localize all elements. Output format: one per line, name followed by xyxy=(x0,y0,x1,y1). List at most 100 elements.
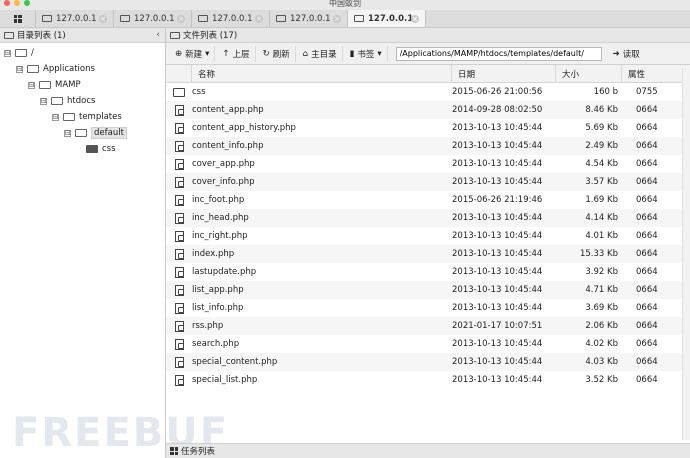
file-date: 2013-10-13 10:45:44 xyxy=(452,159,543,169)
read-button[interactable]: ➜ 读取 xyxy=(608,46,645,62)
directory-panel-title: 目录列表 (1) xyxy=(17,31,66,41)
tab-host-4[interactable]: 127.0.0.1 × xyxy=(270,10,348,27)
home-button[interactable]: ⌂ 主目录 xyxy=(298,45,343,62)
tree-node-mamp[interactable]: ⊟ MAMP xyxy=(28,79,81,91)
file-name[interactable]: content_app.php xyxy=(192,105,452,115)
table-row[interactable]: special_content.php 2013-10-13 10:45:44 4.… xyxy=(166,353,690,371)
file-attr: 0664 xyxy=(636,159,658,169)
file-attr: 0664 xyxy=(636,123,658,133)
tree-toggle-icon[interactable]: ⊟ xyxy=(40,97,47,105)
tab-close-icon[interactable]: × xyxy=(177,14,185,23)
path-input[interactable] xyxy=(395,46,602,61)
file-name[interactable]: rss.php xyxy=(192,321,452,331)
file-name[interactable]: search.php xyxy=(192,339,452,349)
file-name[interactable]: cover_info.php xyxy=(192,177,452,187)
task-panel-title: 任务列表 xyxy=(181,447,216,457)
tab-close-icon[interactable]: × xyxy=(255,14,263,23)
file-attr: 0664 xyxy=(636,141,658,151)
file-name[interactable]: lastupdate.php xyxy=(192,267,452,277)
tab-host-2[interactable]: 127.0.0.1 × xyxy=(114,10,192,27)
column-attr[interactable]: 属性 xyxy=(622,65,682,83)
table-row[interactable]: content_app_history.php 2013-10-13 10:45:… xyxy=(166,119,690,137)
collapse-panel-icon[interactable]: ‹ xyxy=(156,30,160,40)
folder-icon xyxy=(63,113,75,121)
tree-node-applications[interactable]: ⊟ Applications xyxy=(16,63,95,75)
file-code-icon xyxy=(174,176,184,188)
tab-close-icon[interactable]: × xyxy=(411,14,419,23)
tree-node-htdocs[interactable]: ⊟ htdocs xyxy=(40,95,95,107)
table-row[interactable]: inc_right.php 2013-10-13 10:45:44 4.01 Kb 0… xyxy=(166,227,690,245)
table-row[interactable]: special_list.php 2013-10-13 10:45:44 3.52 … xyxy=(166,371,690,389)
file-name[interactable]: inc_right.php xyxy=(192,231,452,241)
table-row[interactable]: cover_app.php 2013-10-13 10:45:44 4.54 Kb 0… xyxy=(166,155,690,173)
tree-toggle-icon[interactable]: ⊟ xyxy=(64,129,71,137)
file-name[interactable]: cover_app.php xyxy=(192,159,452,169)
file-name[interactable]: content_info.php xyxy=(192,141,452,151)
column-date[interactable]: 日期 xyxy=(452,64,556,83)
file-size: 3.92 Kb xyxy=(585,267,618,277)
file-code-icon xyxy=(174,230,184,242)
tree-toggle-icon[interactable]: ⊟ xyxy=(52,113,59,121)
directory-tree: ⊟ / ⊟ Applications ⊟ MAMP ⊟ htdocs ⊟ tem… xyxy=(0,43,227,458)
vertical-scrollbar[interactable] xyxy=(682,68,690,440)
refresh-button[interactable]: ↻ 刷新 xyxy=(258,45,296,62)
arrow-right-icon: ➜ xyxy=(612,48,620,59)
column-name[interactable]: 名称 xyxy=(192,64,452,83)
tab-home[interactable] xyxy=(0,10,36,27)
tree-toggle-icon[interactable]: ⊟ xyxy=(16,65,23,73)
file-type-cell xyxy=(166,266,192,278)
file-name[interactable]: content_app_history.php xyxy=(192,123,452,133)
file-name[interactable]: inc_head.php xyxy=(192,213,452,223)
file-attr: 0664 xyxy=(636,105,658,115)
file-code-icon xyxy=(174,104,184,116)
tab-host-5-active[interactable]: 127.0.0.1 × xyxy=(348,10,426,27)
table-row[interactable]: inc_foot.php 2015-06-26 21:19:46 1.69 Kb 06… xyxy=(166,191,690,209)
table-row[interactable]: cover_info.php 2013-10-13 10:45:44 3.57 Kb… xyxy=(166,173,690,191)
tree-toggle-icon[interactable]: ⊟ xyxy=(4,49,11,57)
file-code-icon xyxy=(174,248,184,260)
file-date: 2015-06-26 21:19:46 xyxy=(452,195,543,205)
tab-bar: 127.0.0.1 × 127.0.0.1 × 127.0.0.1 × 127.… xyxy=(0,10,690,28)
file-name[interactable]: special_content.php xyxy=(192,357,452,367)
table-row[interactable]: list_app.php 2013-10-13 10:45:44 4.71 Kb 06… xyxy=(166,281,690,299)
refresh-label: 刷新 xyxy=(272,49,290,60)
table-row[interactable]: lastupdate.php 2013-10-13 10:45:44 3.92 Kb… xyxy=(166,263,690,281)
file-size: 8.46 Kb xyxy=(585,105,618,115)
tab-close-icon[interactable]: × xyxy=(99,14,107,23)
column-size[interactable]: 大小 xyxy=(556,64,622,83)
file-name[interactable]: inc_foot.php xyxy=(192,195,452,205)
tree-node-root[interactable]: ⊟ / xyxy=(4,47,34,59)
file-date: 2013-10-13 10:45:44 xyxy=(452,267,543,277)
tab-host-1[interactable]: 127.0.0.1 × xyxy=(36,10,114,27)
table-row[interactable]: content_app.php 2014-09-28 08:02:50 8.46 K… xyxy=(166,101,690,119)
file-name[interactable]: list_app.php xyxy=(192,285,452,295)
file-name[interactable]: list_info.php xyxy=(192,303,452,313)
tree-node-templates[interactable]: ⊟ templates xyxy=(52,111,122,123)
file-name[interactable]: special_list.php xyxy=(192,375,452,385)
tree-node-default[interactable]: ⊟ default xyxy=(64,127,127,139)
table-row[interactable]: search.php 2013-10-13 10:45:44 4.02 Kb 0664 xyxy=(166,335,690,353)
up-button[interactable]: ↑ 上层 xyxy=(217,45,256,62)
file-name[interactable]: css xyxy=(192,87,452,97)
table-row[interactable]: rss.php 2021-01-17 10:07:51 2.06 Kb 0664 xyxy=(166,317,690,335)
table-row[interactable]: content_info.php 2013-10-13 10:45:44 2.49 … xyxy=(166,137,690,155)
folder-icon xyxy=(39,81,51,89)
tree-node-label: / xyxy=(31,48,34,58)
tree-toggle-icon[interactable]: ⊟ xyxy=(28,81,35,89)
bookmark-button[interactable]: ▮ 书签 ▾ xyxy=(345,45,388,62)
table-row[interactable]: index.php 2013-10-13 10:45:44 15.33 Kb 0664 xyxy=(166,245,690,263)
file-type-cell xyxy=(166,230,192,242)
file-attr: 0664 xyxy=(636,249,658,259)
file-name[interactable]: index.php xyxy=(192,249,452,259)
refresh-icon: ↻ xyxy=(262,48,270,59)
tree-node-css[interactable]: css xyxy=(86,143,116,155)
folder-icon xyxy=(276,15,286,22)
tab-host-3[interactable]: 127.0.0.1 × xyxy=(192,10,270,27)
file-attr: 0664 xyxy=(636,231,658,241)
table-row[interactable]: list_info.php 2013-10-13 10:45:44 3.69 Kb 0… xyxy=(166,299,690,317)
table-row[interactable]: css 2015-06-26 21:00:56 160 b 0755 xyxy=(166,83,690,101)
table-row[interactable]: inc_head.php 2013-10-13 10:45:44 4.14 Kb 06… xyxy=(166,209,690,227)
new-button[interactable]: ⊕ 新建 ▾ xyxy=(170,45,216,62)
tab-close-icon[interactable]: × xyxy=(333,14,341,23)
read-label: 读取 xyxy=(622,49,640,60)
